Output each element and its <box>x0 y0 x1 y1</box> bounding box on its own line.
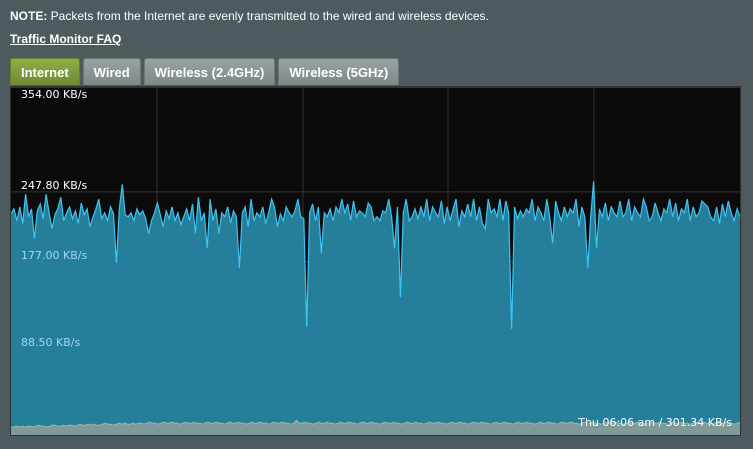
y-tick-label-3: 247.80 KB/s <box>21 179 88 193</box>
y-tick-label-max: 354.00 KB/s <box>21 88 88 101</box>
traffic-chart-svg <box>11 87 740 435</box>
tab-wireless-5ghz[interactable]: Wireless (5GHz) <box>278 58 400 85</box>
tab-wireless-24ghz[interactable]: Wireless (2.4GHz) <box>143 58 276 85</box>
note-body: Packets from the Internet are evenly tra… <box>47 9 489 23</box>
note-text: NOTE: Packets from the Internet are even… <box>10 9 489 23</box>
traffic-monitor-faq-link[interactable]: Traffic Monitor FAQ <box>10 32 121 46</box>
note-label: NOTE: <box>10 9 48 23</box>
traffic-tabs: Internet Wired Wireless (2.4GHz) Wireles… <box>10 58 402 86</box>
graph-status-readout: Thu 06:06 am / 301.34 KB/s <box>578 416 732 429</box>
traffic-graph: 354.00 KB/s 247.80 KB/s 177.00 KB/s 88.5… <box>10 86 741 436</box>
tab-internet[interactable]: Internet <box>10 58 80 85</box>
y-tick-label-1: 88.50 KB/s <box>21 336 81 349</box>
y-tick-label-2: 177.00 KB/s <box>21 249 88 262</box>
tab-wired[interactable]: Wired <box>82 58 141 85</box>
